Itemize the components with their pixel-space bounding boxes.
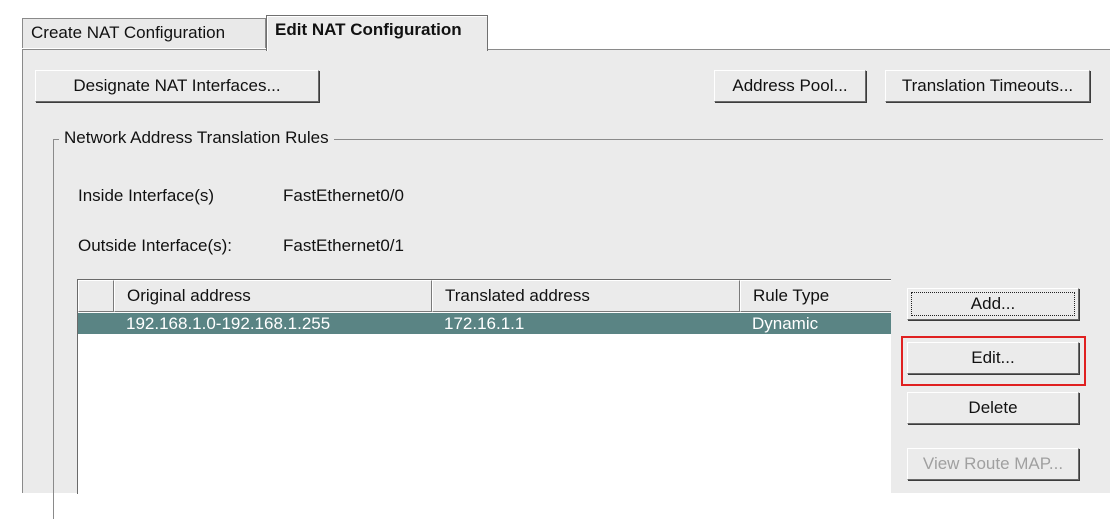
tab-create-nat-configuration[interactable]: Create NAT Configuration <box>22 18 266 48</box>
inside-interface-value: FastEthernet0/0 <box>283 186 404 205</box>
tab-edit-nat-configuration[interactable]: Edit NAT Configuration <box>266 15 488 51</box>
address-pool-button[interactable]: Address Pool... <box>714 70 866 102</box>
button-label: Add... <box>970 294 1016 313</box>
edit-button[interactable]: Edit... <box>907 342 1079 374</box>
tab-label: Create NAT Configuration <box>31 23 226 42</box>
button-label: Address Pool... <box>732 76 848 95</box>
nat-rules-table: Original address Translated address Rule… <box>77 279 891 494</box>
button-label: View Route MAP... <box>922 454 1064 473</box>
tab-bar: Create NAT Configuration Edit NAT Config… <box>0 0 1110 51</box>
table-header: Original address Translated address Rule… <box>78 280 891 312</box>
view-route-map-button[interactable]: View Route MAP... <box>907 448 1079 480</box>
inside-interface-label: Inside Interface(s) <box>78 186 215 205</box>
edit-nat-panel: Designate NAT Interfaces... Address Pool… <box>22 49 1110 519</box>
button-label: Edit... <box>971 348 1015 367</box>
button-label: Translation Timeouts... <box>901 76 1074 95</box>
header-original-address[interactable]: Original address <box>114 280 432 312</box>
cell-original-address: 192.168.1.0-192.168.1.255 <box>126 314 331 333</box>
cell-rule-type: Dynamic <box>752 314 819 333</box>
outside-interface-value: FastEthernet0/1 <box>283 236 404 255</box>
header-select-column <box>78 280 114 312</box>
button-label: Designate NAT Interfaces... <box>73 76 281 95</box>
button-label: Delete <box>968 398 1018 417</box>
header-translated-address[interactable]: Translated address <box>432 280 740 312</box>
cell-translated-address: 172.16.1.1 <box>444 314 525 333</box>
add-button[interactable]: Add... <box>907 288 1079 320</box>
outside-interface-label: Outside Interface(s): <box>78 236 233 255</box>
designate-nat-interfaces-button[interactable]: Designate NAT Interfaces... <box>35 70 319 102</box>
header-rule-type[interactable]: Rule Type <box>740 280 891 312</box>
table-row[interactable]: 192.168.1.0-192.168.1.255 172.16.1.1 Dyn… <box>78 313 891 334</box>
delete-button[interactable]: Delete <box>907 392 1079 424</box>
nat-rules-group-title: Network Address Translation Rules <box>59 128 334 148</box>
tab-label: Edit NAT Configuration <box>275 20 462 39</box>
translation-timeouts-button[interactable]: Translation Timeouts... <box>885 70 1090 102</box>
